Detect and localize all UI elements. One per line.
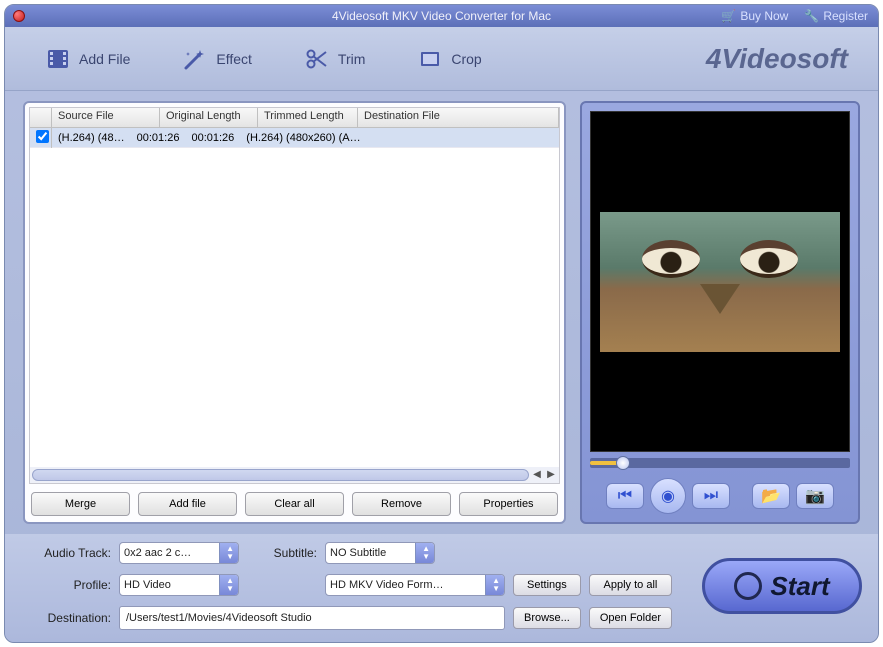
add-file-list-button[interactable]: Add file [138, 492, 237, 516]
add-file-button[interactable]: Add File [35, 40, 140, 78]
cell-source: (H.264) (48… [52, 130, 131, 146]
film-icon [45, 46, 71, 72]
crop-icon [417, 46, 443, 72]
app-window: 4Videosoft MKV Video Converter for Mac 🛒… [4, 4, 879, 643]
start-button[interactable]: Start [702, 558, 862, 614]
player-controls: ⏮ ◉ ⏭ 📂 📷 [590, 478, 850, 514]
apply-to-all-button[interactable]: Apply to all [589, 574, 672, 596]
next-button[interactable]: ⏭ [692, 483, 730, 509]
cell-trim-len: 00:01:26 [185, 130, 240, 146]
preview-screen [590, 111, 850, 452]
preview-image [600, 212, 840, 352]
scroll-right-icon[interactable]: ▶ [545, 469, 557, 481]
cell-orig-len: 00:01:26 [131, 130, 186, 146]
file-table: Source File Original Length Trimmed Leng… [29, 107, 560, 484]
snapshot-button[interactable]: 📷 [796, 483, 834, 509]
skip-back-icon: ⏮ [618, 487, 632, 505]
header-links: 🛒 Buy Now 🔧 Register [721, 9, 868, 23]
effect-label: Effect [216, 51, 252, 67]
content-area: Source File Original Length Trimmed Leng… [5, 91, 878, 534]
trim-button[interactable]: Trim [294, 40, 375, 78]
stop-icon: ◉ [661, 486, 675, 506]
wand-icon [182, 46, 208, 72]
key-icon: 🔧 [804, 9, 819, 23]
table-row[interactable]: (H.264) (48… 00:01:26 00:01:26 (H.264) (… [30, 128, 559, 148]
row-checkbox[interactable] [30, 128, 52, 148]
open-folder-button[interactable]: Open Folder [589, 607, 672, 629]
cell-dest: (H.264) (480x260) (A… [240, 130, 366, 146]
file-list-panel: Source File Original Length Trimmed Leng… [23, 101, 566, 524]
brand-logo: 4Videosoft [706, 43, 848, 75]
audio-track-select[interactable]: 0x2 aac 2 c…▲▼ [119, 542, 239, 564]
start-area: Start [692, 542, 862, 630]
col-trimmed-length[interactable]: Trimmed Length [258, 108, 358, 127]
register-link[interactable]: 🔧 Register [804, 9, 868, 23]
playback-slider[interactable] [590, 458, 850, 468]
profile-label: Profile: [25, 578, 111, 592]
cart-icon: 🛒 [721, 9, 736, 23]
effect-button[interactable]: Effect [172, 40, 262, 78]
buy-now-link[interactable]: 🛒 Buy Now [721, 9, 788, 23]
toolbar: Add File Effect Trim Crop 4Videosoft [5, 27, 878, 91]
remove-button[interactable]: Remove [352, 492, 451, 516]
stop-button[interactable]: ◉ [650, 478, 686, 514]
add-file-label: Add File [79, 51, 130, 67]
start-label: Start [770, 571, 829, 602]
browse-button[interactable]: Browse... [513, 607, 581, 629]
settings-button[interactable]: Settings [513, 574, 581, 596]
destination-label: Destination: [25, 611, 111, 625]
profile-category-select[interactable]: HD Video▲▼ [119, 574, 239, 596]
folder-icon: 📂 [761, 486, 781, 506]
register-label: Register [823, 9, 868, 23]
col-original-length[interactable]: Original Length [160, 108, 258, 127]
table-body: (H.264) (48… 00:01:26 00:01:26 (H.264) (… [30, 128, 559, 467]
properties-button[interactable]: Properties [459, 492, 558, 516]
settings-grid: Audio Track: 0x2 aac 2 c…▲▼ Subtitle: NO… [25, 542, 672, 630]
subtitle-label: Subtitle: [247, 546, 317, 560]
crop-button[interactable]: Crop [407, 40, 491, 78]
list-button-row: Merge Add file Clear all Remove Properti… [29, 484, 560, 518]
snapshot-folder-button[interactable]: 📂 [752, 483, 790, 509]
clear-all-button[interactable]: Clear all [245, 492, 344, 516]
settings-area: Audio Track: 0x2 aac 2 c…▲▼ Subtitle: NO… [5, 534, 878, 642]
scroll-left-icon[interactable]: ◀ [531, 469, 543, 481]
camera-icon: 📷 [805, 486, 825, 506]
convert-icon [734, 572, 762, 600]
titlebar: 4Videosoft MKV Video Converter for Mac 🛒… [5, 5, 878, 27]
preview-panel: ⏮ ◉ ⏭ 📂 📷 [580, 101, 860, 524]
audio-track-label: Audio Track: [25, 546, 111, 560]
slider-knob[interactable] [616, 456, 630, 470]
trim-label: Trim [338, 51, 365, 67]
merge-button[interactable]: Merge [31, 492, 130, 516]
checkbox-column [30, 108, 52, 127]
subtitle-select[interactable]: NO Subtitle▲▼ [325, 542, 435, 564]
prev-button[interactable]: ⏮ [606, 483, 644, 509]
profile-format-select[interactable]: HD MKV Video Form…▲▼ [325, 574, 505, 596]
table-header: Source File Original Length Trimmed Leng… [30, 108, 559, 128]
skip-forward-icon: ⏭ [704, 487, 718, 505]
horizontal-scrollbar[interactable]: ◀ ▶ [30, 467, 559, 483]
col-destination[interactable]: Destination File [358, 108, 559, 127]
scissors-icon [304, 46, 330, 72]
col-source[interactable]: Source File [52, 108, 160, 127]
crop-label: Crop [451, 51, 481, 67]
buy-now-label: Buy Now [740, 9, 788, 23]
scrollbar-track[interactable] [32, 469, 529, 481]
destination-field[interactable]: /Users/test1/Movies/4Videosoft Studio [119, 606, 505, 630]
